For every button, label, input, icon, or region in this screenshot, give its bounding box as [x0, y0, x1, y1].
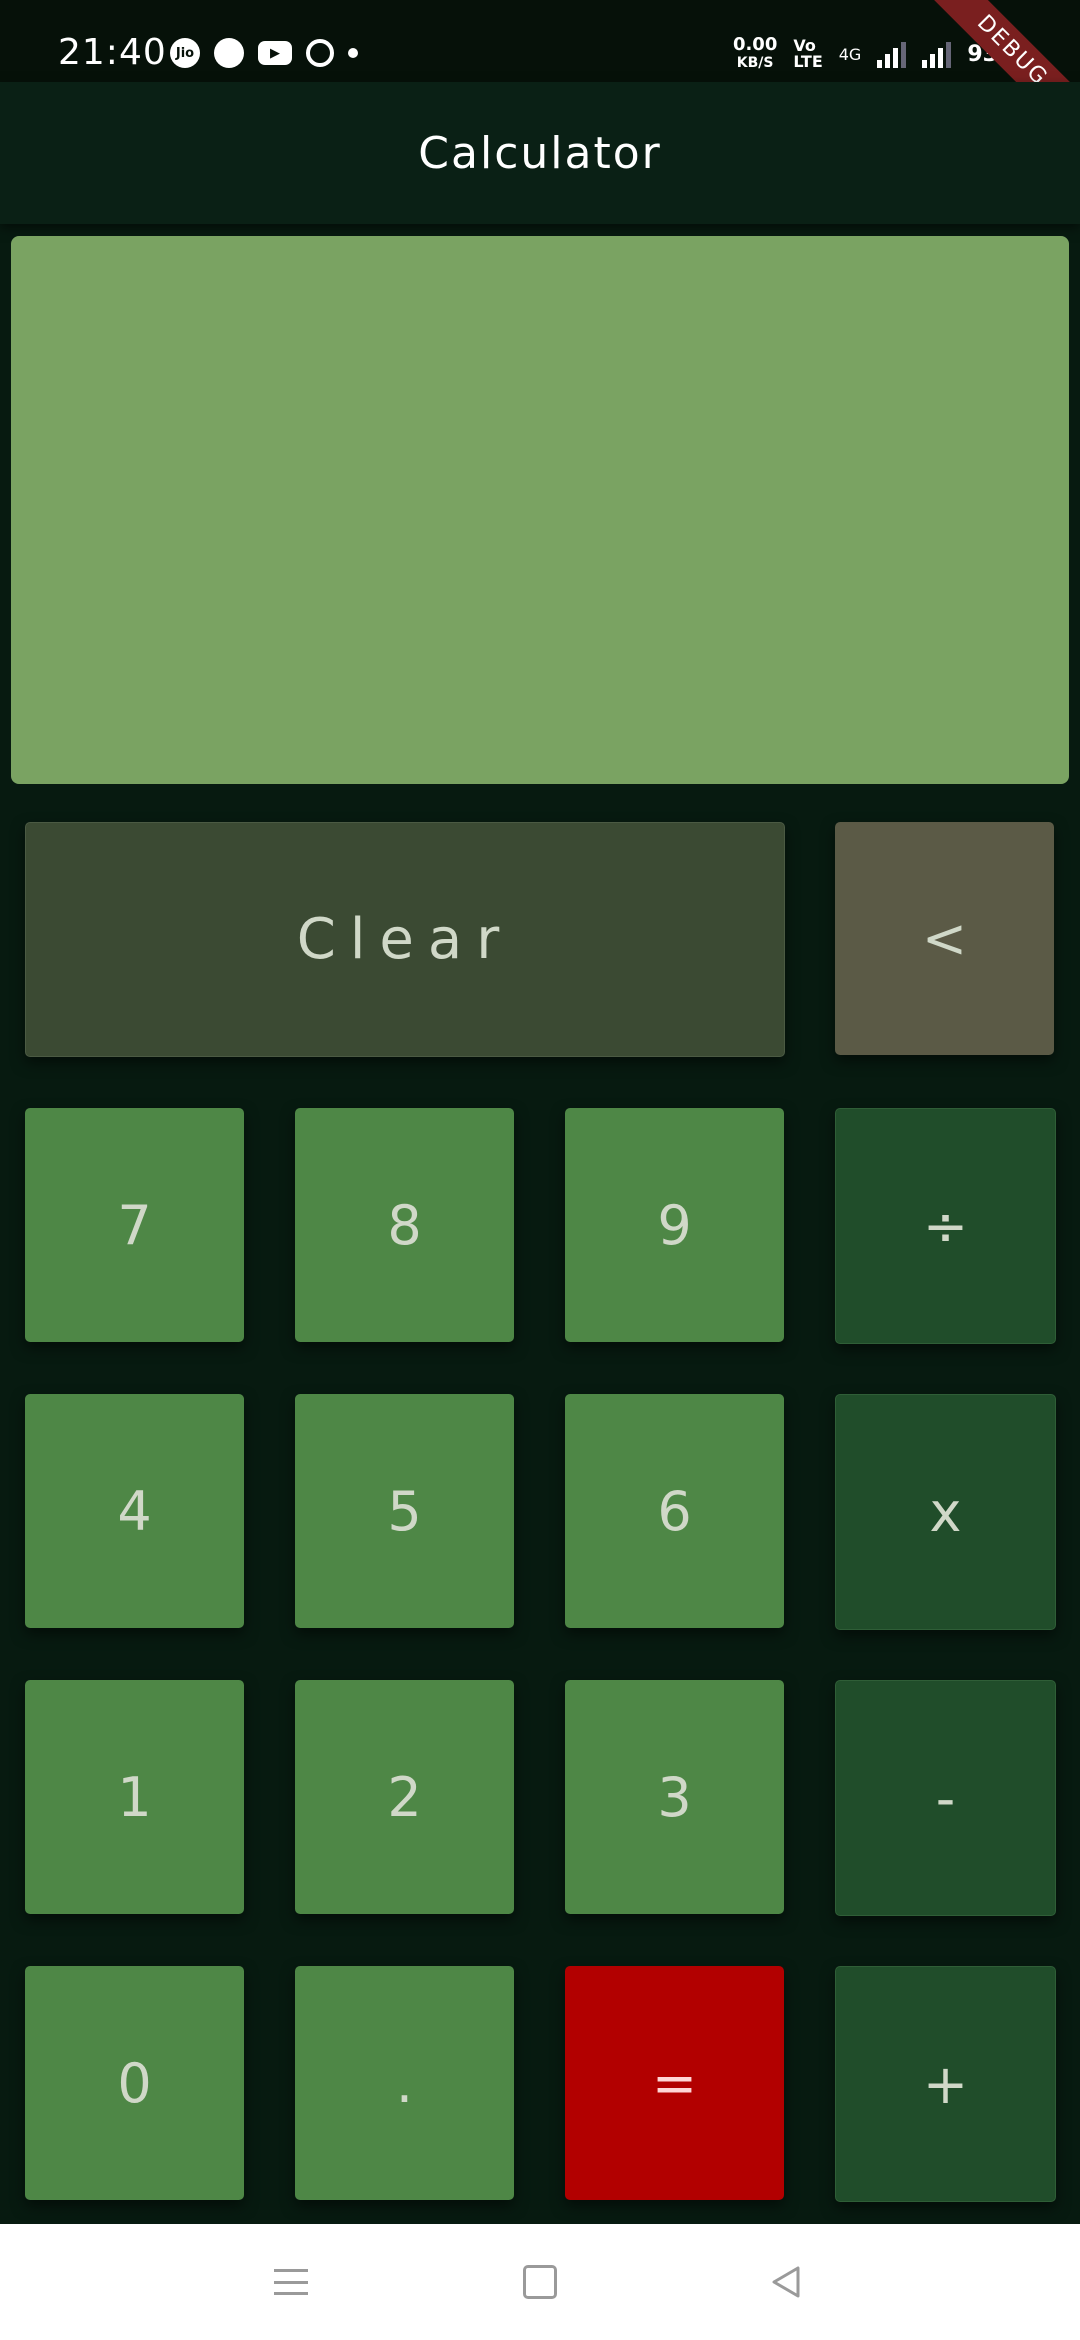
home-square-icon[interactable] [512, 2254, 568, 2310]
signal-icon-2 [922, 40, 952, 68]
digit-6-button[interactable]: 6 [565, 1394, 784, 1628]
calculator-display [11, 236, 1069, 784]
youtube-icon: ▶ [258, 41, 292, 65]
status-time: 21:40 [58, 32, 167, 73]
search-app-icon [306, 39, 334, 67]
multiply-button[interactable]: x [835, 1394, 1056, 1630]
system-nav-bar [0, 2224, 1080, 2340]
digit-2-button[interactable]: 2 [295, 1680, 514, 1914]
more-notifications-dot-icon [348, 48, 358, 58]
back-triangle-icon[interactable] [758, 2254, 814, 2310]
digit-8-button[interactable]: 8 [295, 1108, 514, 1342]
menu-icon[interactable] [263, 2254, 319, 2310]
jio-icon: Jio [170, 38, 200, 68]
minus-button[interactable]: - [835, 1680, 1056, 1916]
digit-0-button[interactable]: 0 [25, 1966, 244, 2200]
volte-indicator: Vo LTE [793, 38, 822, 70]
app-bar: Calculator [0, 82, 1080, 224]
status-bar: 21:40 Jio ▶ 0.00 KB/S Vo LTE 4G 93% DEBU… [0, 0, 1080, 157]
digit-3-button[interactable]: 3 [565, 1680, 784, 1914]
network-speed-value: 0.00 [732, 34, 778, 55]
signal-icon-1 [877, 40, 907, 68]
page-title: Calculator [418, 128, 662, 179]
digit-1-button[interactable]: 1 [25, 1680, 244, 1914]
network-speed-unit: KB/S [736, 55, 774, 71]
equals-button[interactable]: = [565, 1966, 784, 2200]
backspace-button[interactable]: < [835, 822, 1054, 1055]
volte-bottom: LTE [793, 52, 823, 71]
palette-icon [214, 38, 244, 68]
divide-button[interactable]: ÷ [835, 1108, 1056, 1344]
network-speed: 0.00 KB/S [733, 36, 777, 72]
digit-5-button[interactable]: 5 [295, 1394, 514, 1628]
plus-button[interactable]: + [835, 1966, 1056, 2202]
digit-4-button[interactable]: 4 [25, 1394, 244, 1628]
digit-9-button[interactable]: 9 [565, 1108, 784, 1342]
notification-icons: Jio ▶ [170, 38, 358, 68]
digit-7-button[interactable]: 7 [25, 1108, 244, 1342]
clear-button[interactable]: Clear [25, 822, 785, 1057]
decimal-point-button[interactable]: . [295, 1966, 514, 2200]
network-type: 4G [838, 44, 862, 64]
